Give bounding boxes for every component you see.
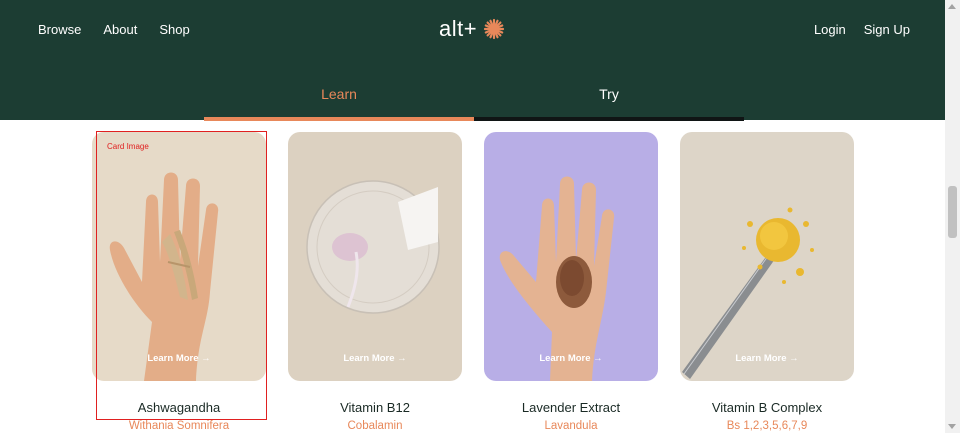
- product-card-vitamin-b-complex[interactable]: Learn More → Vitamin B Complex Bs 1,2,3,…: [680, 132, 854, 432]
- scroll-thumb[interactable]: [948, 186, 957, 238]
- tab-try[interactable]: Try: [474, 78, 744, 121]
- nav-shop-link[interactable]: Shop: [159, 22, 189, 37]
- section-tabs: Learn Try: [204, 78, 744, 121]
- site-header: Browse About Shop alt+ Login Sign Up Lea…: [0, 0, 945, 121]
- product-card-vitamin-b12[interactable]: Learn More → Vitamin B12 Cobalamin: [288, 132, 462, 432]
- card-subtitle: Cobalamin: [347, 420, 403, 432]
- card-title: Vitamin B12: [340, 400, 410, 415]
- card-title: Vitamin B Complex: [711, 400, 823, 415]
- vertical-scrollbar[interactable]: [945, 0, 960, 433]
- card-image[interactable]: Learn More →: [288, 132, 462, 381]
- nav-browse-link[interactable]: Browse: [38, 22, 81, 37]
- tab-learn-label: Learn: [321, 86, 357, 102]
- nav-about-link[interactable]: About: [103, 22, 137, 37]
- card-subtitle: Withania Somnifera: [128, 420, 230, 432]
- tab-try-label: Try: [599, 86, 619, 102]
- learn-more-link[interactable]: Learn More →: [288, 353, 462, 364]
- logo-wordmark: alt+: [439, 16, 478, 41]
- tab-learn[interactable]: Learn: [204, 78, 474, 121]
- product-card-lavender-extract[interactable]: Learn More → Lavender Extract Lavandula: [484, 132, 658, 432]
- scroll-down-icon[interactable]: [948, 424, 956, 429]
- spoon-with-powder-illustration: [682, 207, 814, 379]
- account-nav: Login Sign Up: [814, 22, 910, 37]
- sunburst-icon: [483, 18, 505, 40]
- learn-more-link[interactable]: Learn More →: [680, 353, 854, 364]
- card-title: Lavender Extract: [521, 400, 621, 415]
- site-logo[interactable]: alt+: [439, 16, 505, 42]
- card-image[interactable]: Learn More →: [484, 132, 658, 381]
- card-subtitle: Lavandula: [544, 420, 598, 432]
- annotation-label: Card Image: [107, 142, 149, 151]
- login-link[interactable]: Login: [814, 22, 846, 37]
- tab-try-underline: [474, 117, 744, 121]
- hand-with-powder-illustration: [499, 176, 615, 381]
- powder-dish-illustration: [306, 180, 440, 314]
- primary-nav: Browse About Shop: [38, 22, 190, 37]
- signup-link[interactable]: Sign Up: [864, 22, 910, 37]
- learn-more-link[interactable]: Learn More →: [484, 353, 658, 364]
- scroll-up-icon[interactable]: [948, 4, 956, 9]
- card-subtitle: Bs 1,2,3,5,6,7,9: [726, 420, 808, 432]
- annotation-box: [96, 131, 267, 420]
- card-image[interactable]: Learn More →: [680, 132, 854, 381]
- tab-learn-underline: [204, 117, 474, 121]
